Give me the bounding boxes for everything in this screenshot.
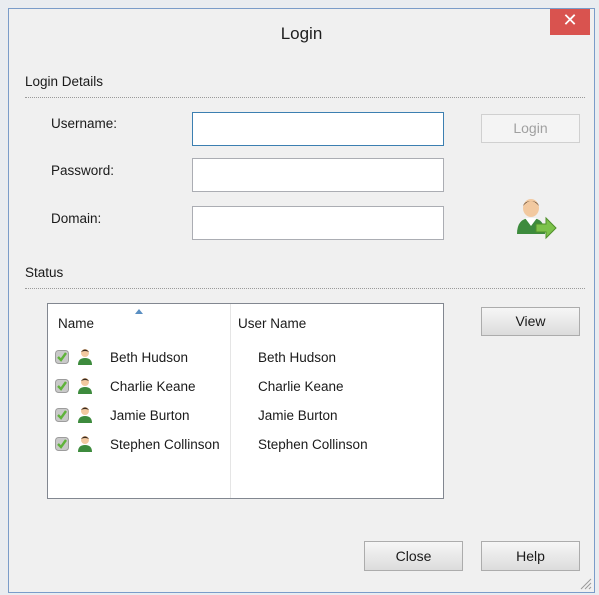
password-input[interactable] xyxy=(192,158,444,192)
list-item[interactable]: Charlie Keane Charlie Keane xyxy=(48,374,443,403)
row-name: Stephen Collinson xyxy=(110,437,220,452)
domain-input[interactable] xyxy=(192,206,444,240)
list-item[interactable]: Stephen Collinson Stephen Collinson xyxy=(48,432,443,461)
column-header-user-name[interactable]: User Name xyxy=(238,316,306,331)
help-button[interactable]: Help xyxy=(481,541,580,571)
row-user-name: Charlie Keane xyxy=(258,379,344,394)
domain-label: Domain: xyxy=(51,211,102,226)
row-name: Beth Hudson xyxy=(110,350,189,365)
login-details-separator xyxy=(25,97,585,98)
row-name: Jamie Burton xyxy=(110,408,190,423)
user-icon xyxy=(78,349,92,365)
view-button[interactable]: View xyxy=(481,307,580,336)
password-label: Password: xyxy=(51,163,115,178)
status-heading: Status xyxy=(25,265,64,280)
user-icon xyxy=(78,436,92,452)
user-icon xyxy=(78,407,92,423)
resize-grip-icon[interactable] xyxy=(578,576,592,590)
status-separator xyxy=(25,288,585,289)
close-window-button[interactable]: ✕ xyxy=(550,9,590,35)
row-user-name: Jamie Burton xyxy=(258,408,338,423)
username-label: Username: xyxy=(51,116,118,131)
sort-ascending-icon xyxy=(135,309,143,314)
column-header-name[interactable]: Name xyxy=(58,316,94,331)
row-user-name: Beth Hudson xyxy=(258,350,337,365)
login-button[interactable]: Login xyxy=(481,114,580,143)
list-item[interactable]: Jamie Burton Jamie Burton xyxy=(48,403,443,432)
row-name: Charlie Keane xyxy=(110,379,196,394)
check-icon xyxy=(55,350,69,364)
status-list[interactable]: Name User Name Beth Hudson Beth Hudson C… xyxy=(47,303,444,499)
login-dialog: Login ✕ Login Details Username: Password… xyxy=(8,8,595,593)
user-login-icon xyxy=(517,199,557,240)
check-icon xyxy=(55,408,69,422)
title-bar[interactable]: Login ✕ xyxy=(9,9,594,59)
check-icon xyxy=(55,379,69,393)
username-input[interactable] xyxy=(192,112,444,146)
check-icon xyxy=(55,437,69,451)
close-button[interactable]: Close xyxy=(364,541,463,571)
row-user-name: Stephen Collinson xyxy=(258,437,368,452)
login-details-heading: Login Details xyxy=(25,74,104,89)
list-item[interactable]: Beth Hudson Beth Hudson xyxy=(48,345,443,374)
window-title: Login xyxy=(280,24,323,43)
user-icon xyxy=(78,378,92,394)
